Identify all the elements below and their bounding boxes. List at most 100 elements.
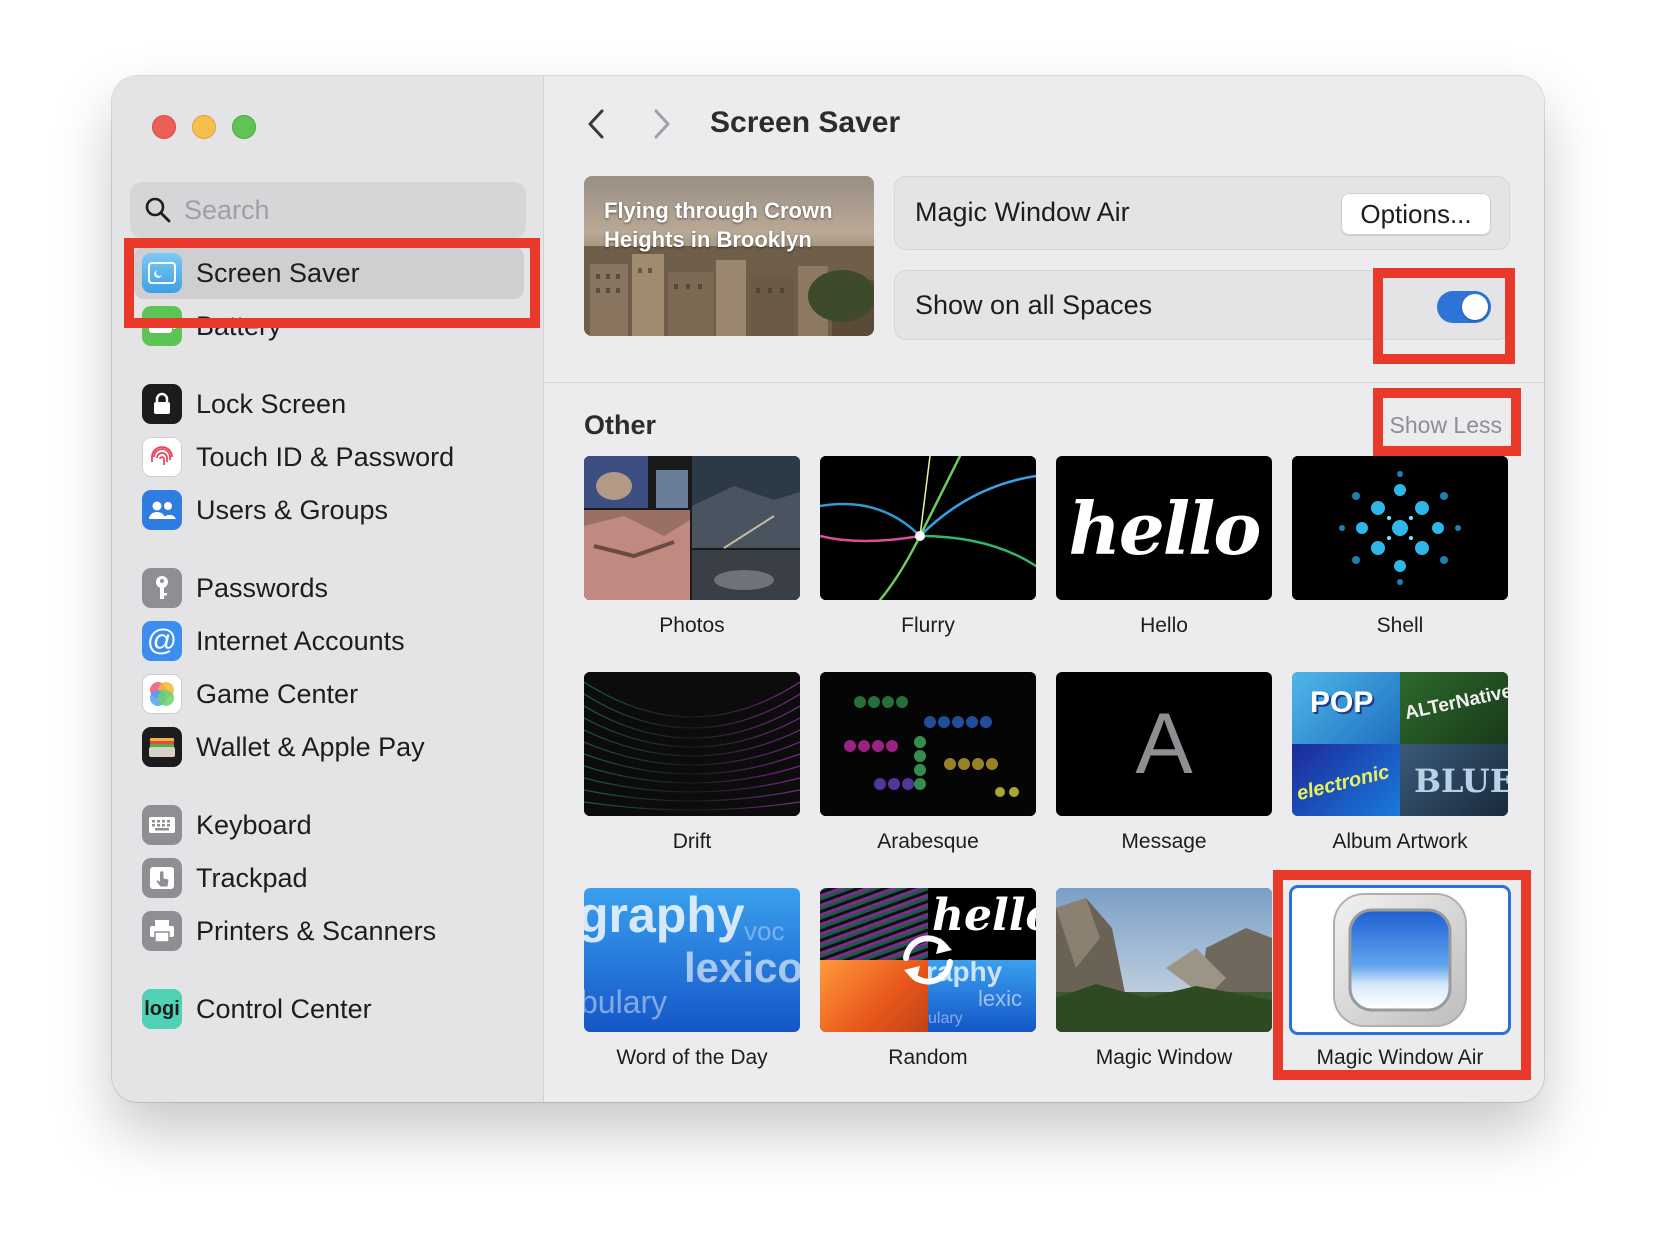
search-field[interactable]: [130, 182, 526, 238]
saver-album-artwork[interactable]: POP ALTerNative electronic BLUES Album A…: [1292, 672, 1508, 854]
printer-icon: [142, 911, 182, 951]
message-letter: A: [1135, 695, 1193, 792]
toggle-knob: [1462, 294, 1488, 320]
search-icon: [145, 197, 171, 223]
minimize-window-button[interactable]: [192, 115, 216, 139]
section-title-other: Other: [584, 410, 657, 440]
album-tile-alternative: ALTerNative: [1400, 672, 1508, 744]
saver-label: Random: [888, 1046, 968, 1069]
saver-label: Photos: [659, 614, 725, 637]
at-icon: @: [142, 621, 182, 661]
page-title: Screen Saver: [710, 106, 901, 139]
magic-window-thumbnail: [1056, 888, 1272, 1032]
sidebar-item-users-groups[interactable]: Users & Groups: [134, 484, 524, 536]
sidebar-item-passwords[interactable]: Passwords: [134, 562, 524, 614]
key-icon: [142, 568, 182, 608]
sidebar-item-label: Passwords: [196, 572, 329, 603]
saver-magic-window[interactable]: Magic Window: [1056, 888, 1272, 1070]
saver-label: Shell: [1376, 614, 1424, 637]
zoom-window-button[interactable]: [232, 115, 256, 139]
saver-arabesque[interactable]: Arabesque: [820, 672, 1036, 854]
magic-window-air-thumbnail: [1289, 885, 1511, 1035]
sidebar-item-label: Wallet & Apple Pay: [196, 731, 425, 762]
message-thumbnail: A: [1056, 672, 1272, 816]
chevron-left-icon: [588, 109, 604, 139]
sidebar-item-touch-id[interactable]: Touch ID & Password: [134, 431, 524, 483]
album-tile-electronic: electronic: [1292, 744, 1400, 816]
options-button[interactable]: Options...: [1341, 193, 1491, 235]
preview-caption: Flying through Crown Heights in Brooklyn: [604, 198, 833, 252]
sidebar-item-internet-accounts[interactable]: @ Internet Accounts: [134, 615, 524, 667]
airplane-window-icon: [1333, 893, 1467, 1027]
sidebar-item-battery[interactable]: Battery: [134, 300, 524, 352]
saver-message[interactable]: A Message: [1056, 672, 1272, 854]
show-on-all-spaces-label: Show on all Spaces: [915, 290, 1153, 320]
hello-script-text: hello: [1068, 485, 1262, 571]
sidebar: Screen Saver Battery Lock Screen Touch I…: [112, 76, 544, 1102]
screen-saver-preview[interactable]: Flying through Crown Heights in Brooklyn: [584, 176, 874, 336]
sidebar-item-label: Trackpad: [196, 862, 308, 893]
screen-saver-icon: [142, 253, 182, 293]
back-button[interactable]: [574, 102, 618, 146]
sidebar-item-label: Users & Groups: [196, 494, 389, 525]
drift-thumbnail: [584, 672, 800, 816]
saver-label: Album Artwork: [1332, 830, 1468, 853]
close-window-button[interactable]: [152, 115, 176, 139]
search-input[interactable]: [184, 182, 514, 238]
word-of-the-day-thumbnail: graphy voc lexico bulary: [584, 888, 800, 1032]
saver-flurry[interactable]: Flurry: [820, 456, 1036, 638]
saver-random[interactable]: hello raphy lexic ulary Random: [820, 888, 1036, 1070]
saver-word-of-the-day[interactable]: graphy voc lexico bulary Word of the Day: [584, 888, 800, 1070]
show-on-all-spaces-toggle[interactable]: [1437, 291, 1491, 323]
saver-label: Flurry: [901, 614, 955, 637]
settings-window: Screen Saver Battery Lock Screen Touch I…: [112, 76, 1544, 1102]
logi-icon: logi: [142, 989, 182, 1029]
divider: [544, 382, 1544, 383]
saver-photos[interactable]: Photos: [584, 456, 800, 638]
sidebar-item-lock-screen[interactable]: Lock Screen: [134, 378, 524, 430]
saver-label: Drift: [672, 830, 712, 853]
saver-drift[interactable]: Drift: [584, 672, 800, 854]
wallet-icon: [142, 727, 182, 767]
sidebar-item-screen-saver[interactable]: Screen Saver: [134, 247, 524, 299]
saver-hello[interactable]: hello Hello: [1056, 456, 1272, 638]
saver-label: Magic Window Air: [1316, 1046, 1484, 1069]
forward-button[interactable]: [640, 102, 684, 146]
show-less-button[interactable]: Show Less: [1389, 412, 1502, 439]
show-on-all-spaces-row: Show on all Spaces: [894, 270, 1510, 340]
sidebar-item-label: Battery: [196, 310, 282, 341]
shell-thumbnail: [1292, 456, 1508, 600]
album-artwork-thumbnail: POP ALTerNative electronic BLUES: [1292, 672, 1508, 816]
shuffle-icon: [903, 935, 953, 985]
sidebar-item-printers[interactable]: Printers & Scanners: [134, 905, 524, 957]
sidebar-item-label: Screen Saver: [196, 257, 360, 288]
lock-icon: [142, 384, 182, 424]
hello-thumbnail: hello: [1056, 456, 1272, 600]
main-pane: Screen Saver Flying through Crown Height…: [544, 76, 1544, 1102]
fingerprint-icon: [142, 437, 182, 477]
sidebar-item-control-center[interactable]: logi Control Center: [134, 983, 524, 1035]
battery-icon: [142, 306, 182, 346]
photos-thumbnail: [584, 456, 800, 600]
current-saver-card: Magic Window Air Options...: [894, 176, 1510, 250]
saver-label: Magic Window: [1095, 1046, 1233, 1069]
saver-label: Word of the Day: [616, 1046, 768, 1069]
sidebar-item-game-center[interactable]: Game Center: [134, 668, 524, 720]
current-saver-name: Magic Window Air: [915, 197, 1130, 227]
flurry-thumbnail: [820, 456, 1036, 600]
sidebar-item-label: Keyboard: [196, 809, 312, 840]
sidebar-item-label: Lock Screen: [196, 388, 347, 419]
sidebar-item-keyboard[interactable]: Keyboard: [134, 799, 524, 851]
album-tile-pop: POP: [1292, 672, 1400, 744]
saver-magic-window-air[interactable]: Magic Window Air: [1289, 885, 1511, 1070]
sidebar-item-label: Touch ID & Password: [196, 441, 455, 472]
saver-shell[interactable]: Shell: [1292, 456, 1508, 638]
keyboard-icon: [142, 805, 182, 845]
trackpad-icon: [142, 858, 182, 898]
album-tile-blues: BLUES: [1400, 744, 1508, 816]
sidebar-item-wallet[interactable]: Wallet & Apple Pay: [134, 721, 524, 773]
arabesque-thumbnail: [820, 672, 1036, 816]
sidebar-item-trackpad[interactable]: Trackpad: [134, 852, 524, 904]
game-center-icon: [142, 674, 182, 714]
saver-label: Message: [1121, 830, 1207, 853]
